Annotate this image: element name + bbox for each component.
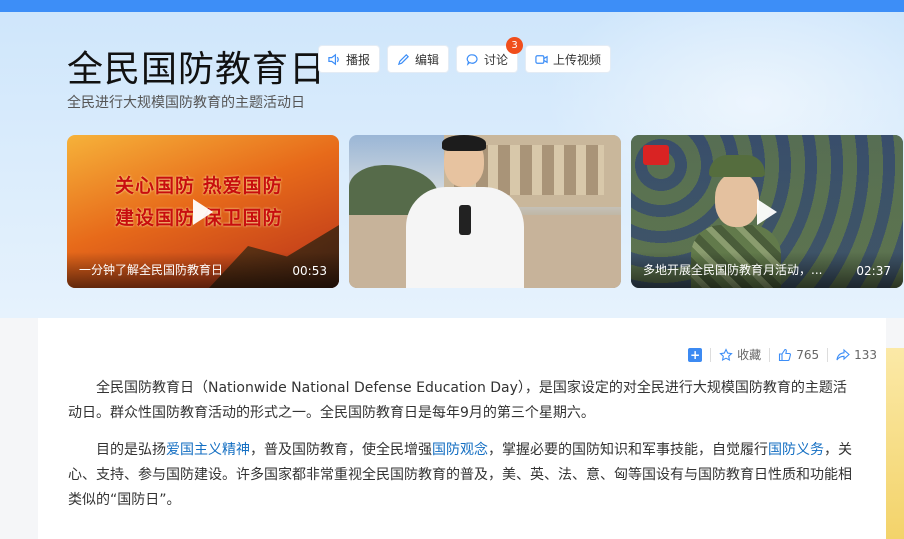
collect-label: 收藏 xyxy=(737,348,762,362)
video-duration: 02:37 xyxy=(856,264,891,278)
play-icon xyxy=(757,198,777,225)
microphone-icon xyxy=(459,205,471,235)
share-button[interactable]: 133 xyxy=(836,348,877,362)
action-bar: 播报 编辑 讨论 3 上传视频 xyxy=(318,37,612,73)
edit-label: 编辑 xyxy=(415,52,440,67)
text-segment: 目的是弘扬 xyxy=(96,442,166,458)
add-button[interactable]: + xyxy=(688,347,703,362)
toolbar-divider xyxy=(769,347,771,362)
video-title: 一分钟了解全民国防教育日 xyxy=(79,263,224,277)
pencil-icon xyxy=(397,53,410,65)
reporter-image xyxy=(401,135,531,288)
collect-button[interactable]: 收藏 xyxy=(719,346,761,363)
discuss-count-badge: 3 xyxy=(506,37,524,54)
toolbar-divider xyxy=(710,347,712,362)
military-cap xyxy=(709,155,765,177)
purpose-paragraph: 目的是弘扬爱国主义精神，普及国防教育，使全民增强国防观念，掌握必要的国防知识和军… xyxy=(68,438,858,513)
video-upload-icon xyxy=(535,54,548,64)
edit-button[interactable]: 编辑 xyxy=(387,45,450,73)
link-patriotism[interactable]: 爱国主义精神 xyxy=(166,442,250,458)
chat-icon xyxy=(466,53,478,66)
broadcast-label: 播报 xyxy=(346,52,371,67)
video-card-1[interactable]: 关心国防 热爱国防 建设国防 保卫国防 一分钟了解全民国防教育日 00:53 xyxy=(67,135,339,288)
article-content: + 收藏 765 133 全民国防教育日（Nationwide National… xyxy=(38,318,886,539)
play-icon xyxy=(193,198,213,225)
page-subtitle: 全民进行大规模国防教育的主题活动日 xyxy=(67,95,305,111)
star-icon xyxy=(719,347,733,361)
plus-icon: + xyxy=(688,347,703,362)
share-icon xyxy=(836,348,850,360)
reporter-shirt xyxy=(406,187,524,288)
broadcast-button[interactable]: 播报 xyxy=(318,45,381,73)
upload-video-label: 上传视频 xyxy=(553,52,602,67)
share-count: 133 xyxy=(854,347,877,362)
reporter-hair xyxy=(442,135,486,151)
lemma-toolbar: + 收藏 765 133 xyxy=(688,346,877,363)
lemma-header: 全民国防教育日 全民进行大规模国防教育的主题活动日 播报 编辑 讨论 3 上传视… xyxy=(0,12,904,318)
toolbar-divider xyxy=(827,347,829,362)
discuss-button[interactable]: 讨论 3 xyxy=(456,37,524,73)
thumbs-up-icon xyxy=(779,348,792,361)
video-duration: 00:53 xyxy=(292,264,327,278)
video-card-3[interactable]: 多地开展全民国防教育月活动，... 02:37 xyxy=(631,135,903,288)
speaker-icon xyxy=(328,53,339,65)
link-defense-concept[interactable]: 国防观念 xyxy=(432,442,488,458)
like-count: 765 xyxy=(796,347,820,362)
text-segment: ，普及国防教育，使全民增强 xyxy=(250,442,432,458)
text-segment: ，掌握必要的国防知识和军事技能，自觉履行 xyxy=(488,442,768,458)
top-accent-bar xyxy=(0,0,904,12)
upload-video-button[interactable]: 上传视频 xyxy=(525,45,612,73)
side-banner xyxy=(886,348,904,539)
page-title: 全民国防教育日 xyxy=(67,49,327,90)
video-list: 关心国防 热爱国防 建设国防 保卫国防 一分钟了解全民国防教育日 00:53 多… xyxy=(67,135,903,288)
like-button[interactable]: 765 xyxy=(778,348,819,362)
video-title: 多地开展全民国防教育月活动，... xyxy=(643,263,823,277)
video-card-2[interactable] xyxy=(349,135,621,288)
discuss-label: 讨论 xyxy=(484,52,509,67)
student-face xyxy=(715,173,759,227)
intro-paragraph: 全民国防教育日（Nationwide National Defense Educ… xyxy=(68,380,847,421)
link-defense-duty[interactable]: 国防义务 xyxy=(768,442,824,458)
video-slogan-line1: 关心国防 热爱国防 xyxy=(115,175,283,197)
channel-logo xyxy=(643,145,669,165)
